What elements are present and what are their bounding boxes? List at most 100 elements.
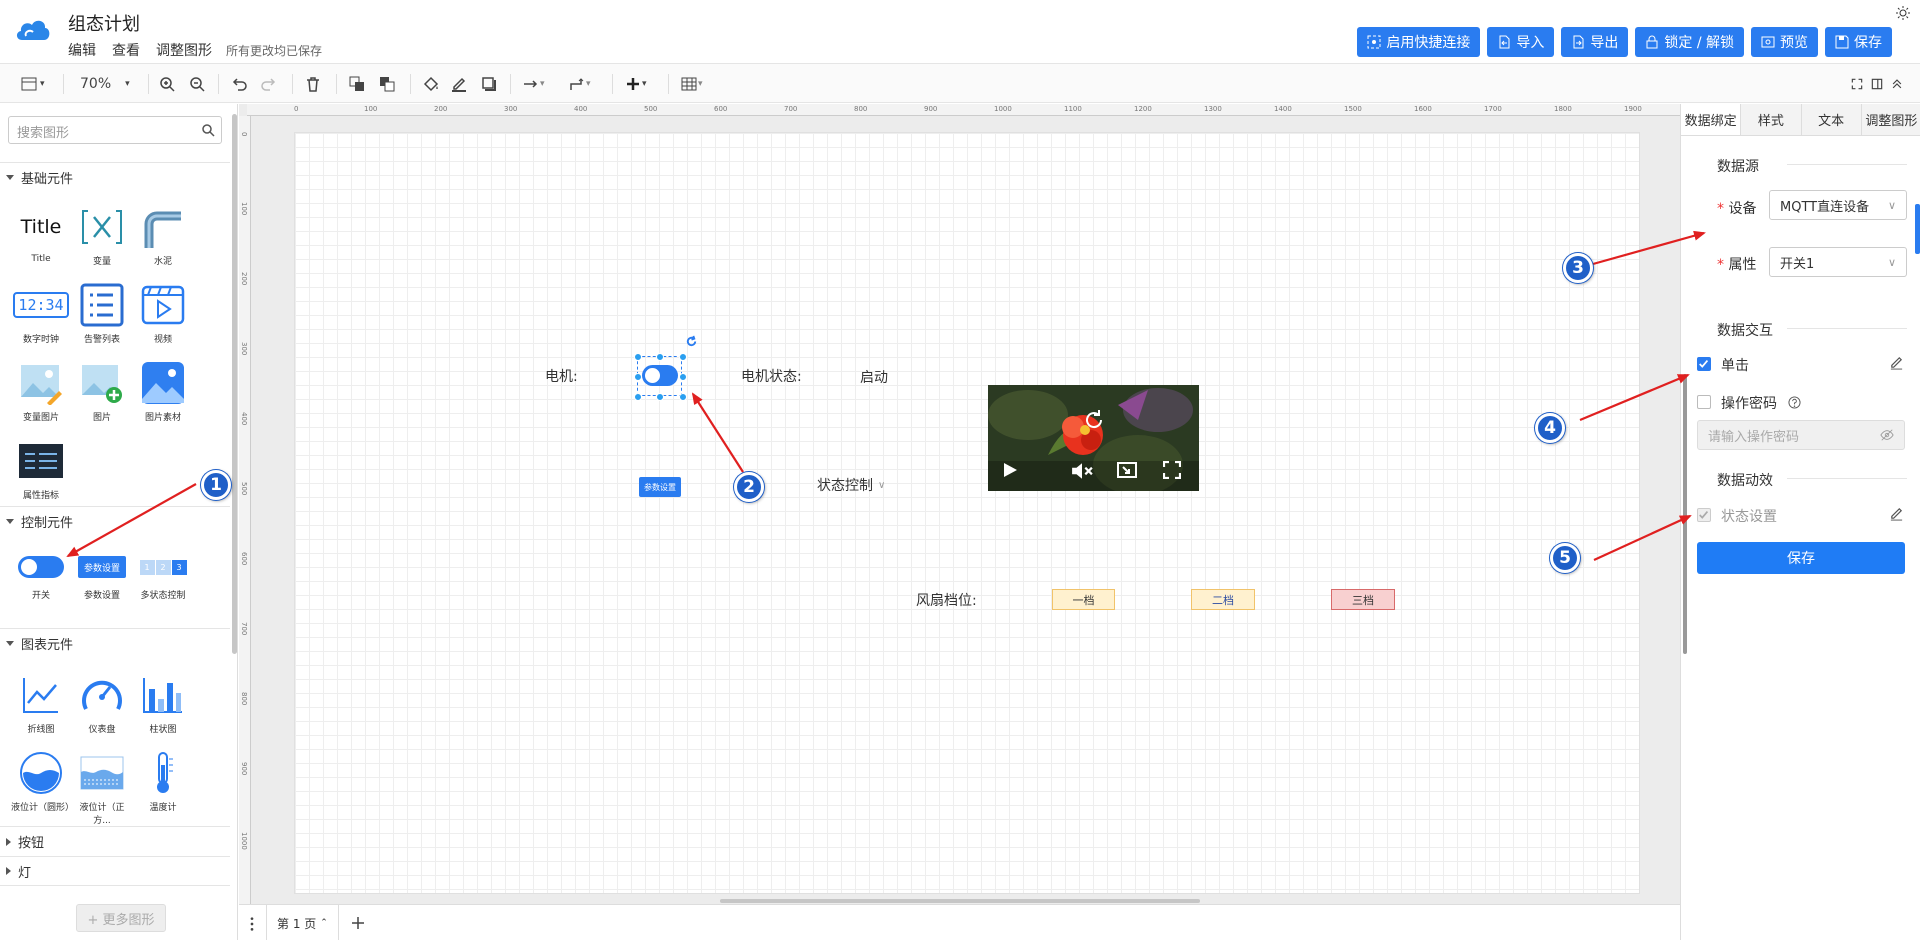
zoom-select[interactable]: 70% ▾ [80, 74, 130, 94]
tab-data-binding[interactable]: 数据绑定 [1681, 104, 1741, 135]
zoom-in-button[interactable] [158, 74, 176, 94]
shape-pipe[interactable]: 水泥 [133, 204, 193, 267]
shape-image[interactable]: 图片 [72, 360, 132, 423]
layout-toggle[interactable]: ▾ [20, 74, 45, 94]
help-circle-icon[interactable] [1788, 396, 1801, 409]
left-scrollbar[interactable] [232, 114, 237, 654]
delete-button[interactable] [304, 74, 322, 94]
shape-parameter-setting[interactable]: 参数设置 参数设置 [72, 550, 132, 601]
fan-level-1-button[interactable]: 一档 [1052, 589, 1115, 610]
to-front-button[interactable] [348, 74, 366, 94]
rotate-handle-icon[interactable] [685, 335, 698, 348]
shape-digital-clock[interactable]: 12:34 数字时钟 [11, 282, 71, 345]
eye-hidden-icon[interactable] [1880, 428, 1894, 442]
tab-text[interactable]: 文本 [1800, 104, 1861, 135]
horizontal-scrollbar[interactable] [720, 899, 1200, 903]
connector-style[interactable]: ▾ [522, 74, 545, 94]
fan-level-2-button[interactable]: 二档 [1191, 589, 1255, 610]
save-top-button[interactable]: 保存 [1825, 27, 1892, 57]
quick-connect-button[interactable]: 启用快捷连接 [1357, 27, 1481, 57]
export-button[interactable]: 导出 [1561, 27, 1629, 57]
tab-style[interactable]: 样式 [1740, 104, 1801, 135]
shape-liquid-square[interactable]: 液位计（正方... [72, 750, 132, 826]
section-chart-components[interactable]: 图表元件 [0, 628, 230, 658]
table-button[interactable]: ▾ [680, 74, 703, 94]
search-icon[interactable] [201, 123, 215, 137]
fullscreen-button[interactable] [1850, 74, 1864, 94]
fan-level-3-button[interactable]: 三档 [1331, 589, 1395, 610]
right-panel-splitter[interactable] [1683, 374, 1687, 654]
edit-pencil-icon[interactable] [1889, 506, 1904, 521]
shape-image-material[interactable]: 图片素材 [133, 360, 193, 423]
shape-variable[interactable]: 变量 [72, 204, 132, 267]
more-shapes-button[interactable]: + 更多图形 [76, 904, 166, 932]
edit-pencil-icon[interactable] [1889, 355, 1904, 370]
drawing-page[interactable] [294, 132, 1640, 894]
fullscreen-icon[interactable] [1163, 461, 1181, 479]
play-icon[interactable] [1002, 461, 1018, 479]
menu-view[interactable]: 查看 [112, 40, 140, 60]
tab-adjust-shape[interactable]: 调整图形 [1860, 104, 1920, 135]
lock-unlock-button[interactable]: 锁定 / 解锁 [1635, 27, 1744, 57]
mute-icon[interactable] [1071, 462, 1093, 480]
waypoint-style[interactable]: ▾ [568, 74, 591, 94]
picture-in-picture-icon[interactable] [1117, 462, 1137, 478]
menu-edit[interactable]: 编辑 [68, 40, 96, 60]
insert-button[interactable]: ▾ [624, 74, 647, 94]
more-vertical-icon[interactable] [249, 916, 255, 932]
save-binding-button[interactable]: 保存 [1697, 542, 1905, 574]
section-buttons[interactable]: 按钮 [0, 826, 230, 856]
selection-handle[interactable] [679, 353, 687, 361]
replay-icon[interactable] [1082, 408, 1106, 432]
selection-handle[interactable] [634, 373, 642, 381]
line-color-button[interactable] [450, 74, 468, 94]
shape-video[interactable]: 视频 [133, 282, 193, 345]
state-control-dropdown[interactable]: 状态控制 ∨ [817, 475, 885, 495]
device-select[interactable]: MQTT直连设备 ∨ [1769, 190, 1907, 220]
section-control-components[interactable]: 控制元件 [0, 506, 230, 536]
password-checkbox[interactable] [1697, 395, 1711, 409]
shape-alarm-list[interactable]: 告警列表 [72, 282, 132, 345]
shape-title[interactable]: Title Title [11, 204, 71, 264]
selection-handle[interactable] [656, 393, 664, 401]
shape-thermometer[interactable]: 温度计 [133, 750, 193, 813]
video-player[interactable] [988, 385, 1199, 491]
shape-property-indicator[interactable]: 属性指标 [11, 438, 71, 501]
to-back-button[interactable] [378, 74, 396, 94]
section-basic-components[interactable]: 基础元件 [0, 162, 230, 192]
import-button[interactable]: 导入 [1487, 27, 1555, 57]
right-scrollbar[interactable] [1915, 204, 1920, 254]
param-setting-button[interactable]: 参数设置 [639, 477, 681, 497]
theme-sun-icon[interactable] [1896, 6, 1910, 20]
shape-multi-state-control[interactable]: 1 2 3 多状态控制 [133, 550, 193, 601]
shape-line-chart[interactable]: 折线图 [11, 672, 71, 735]
fill-color-button[interactable] [422, 74, 440, 94]
selection-handle[interactable] [656, 353, 664, 361]
shape-gauge[interactable]: 仪表盘 [72, 672, 132, 735]
selection-handle[interactable] [679, 393, 687, 401]
menu-adjust-shape[interactable]: 调整图形 [156, 40, 212, 60]
redo-button[interactable] [260, 74, 278, 94]
shape-bar-chart[interactable]: 柱状图 [133, 672, 193, 735]
page-tab-1[interactable]: 第 1 页 ⌃ [266, 905, 339, 940]
shape-liquid-round[interactable]: 液位计（圆形） [11, 750, 74, 813]
selection-handle[interactable] [634, 353, 642, 361]
shape-variable-image[interactable]: 变量图片 [11, 360, 71, 423]
selection-handle[interactable] [634, 393, 642, 401]
state-setting-checkbox[interactable] [1697, 508, 1711, 522]
collapse-button[interactable] [1890, 74, 1904, 94]
shadow-button[interactable] [480, 74, 498, 94]
selection-handle[interactable] [679, 373, 687, 381]
property-select[interactable]: 开关1 ∨ [1769, 247, 1907, 277]
zoom-out-button[interactable] [188, 74, 206, 94]
shape-switch[interactable]: 开关 [11, 550, 71, 601]
preview-button[interactable]: 预览 [1751, 27, 1818, 57]
undo-button[interactable] [230, 74, 248, 94]
password-input[interactable]: 请输入操作密码 [1697, 420, 1905, 450]
motor-switch-selected[interactable] [634, 353, 687, 401]
format-panel-button[interactable] [1870, 74, 1884, 94]
click-checkbox[interactable] [1697, 357, 1711, 371]
add-page-icon[interactable] [351, 916, 365, 930]
shape-search-input[interactable]: 搜索图形 [8, 116, 222, 144]
section-lights[interactable]: 灯 [0, 856, 230, 886]
